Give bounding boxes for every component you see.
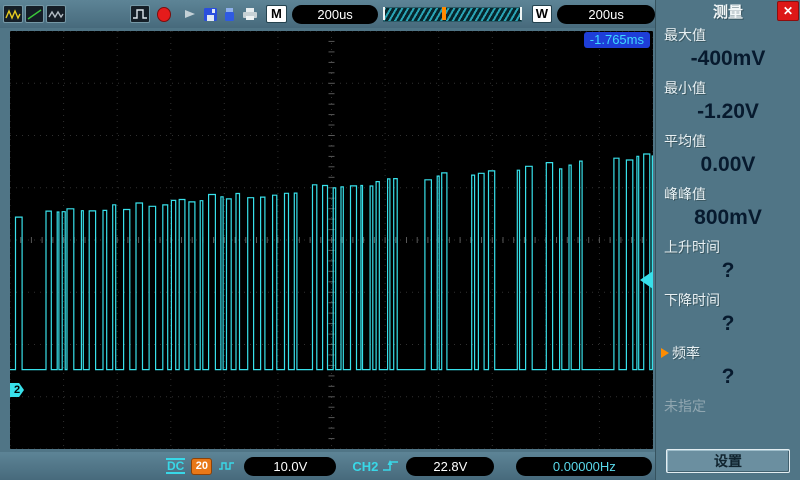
usb-icon[interactable]: [222, 6, 239, 22]
top-toolbar: M 200us W 200us: [0, 0, 656, 28]
rising-edge-icon: [382, 459, 400, 473]
frequency-counter: 0.00000Hz: [516, 456, 653, 476]
measure-value: ?: [721, 365, 735, 388]
window-badge: W: [531, 5, 553, 23]
scope-display: -1.765ms 2: [9, 30, 654, 450]
math-waveform-icon[interactable]: [46, 5, 67, 23]
settings-button[interactable]: 设置: [666, 449, 790, 473]
measure-item-pkpk[interactable]: 峰峰值 800mV: [656, 182, 800, 235]
measure-item-freq[interactable]: 频率 ?: [656, 341, 800, 394]
print-icon[interactable]: [241, 6, 258, 22]
trigger-level-marker[interactable]: [640, 271, 653, 289]
oscilloscope-app: M 200us W 200us -1.765ms 2 DC 20 10.0V C…: [0, 0, 800, 480]
measure-value: 0.00V: [700, 153, 756, 176]
close-icon[interactable]: ✕: [777, 1, 799, 21]
waveform-plot: [9, 30, 654, 450]
selected-arrow-icon: [661, 347, 669, 358]
measure-item-fall[interactable]: 下降时间 ?: [656, 288, 800, 341]
measure-value: ?: [721, 259, 735, 282]
arrow-icon[interactable]: [182, 6, 199, 22]
trigger-source-label: CH2: [352, 458, 379, 474]
measure-item-unassigned[interactable]: 未指定: [656, 394, 800, 447]
measure-panel: 测量 ✕ 最大值 -400mV 最小值 -1.20V 平均值 0.00V 峰峰值…: [655, 0, 800, 480]
record-icon[interactable]: [156, 6, 171, 22]
status-bar: DC 20 10.0V CH2 22.8V 0.00000Hz: [0, 452, 655, 480]
measure-value: 800mV: [694, 206, 762, 229]
window-position-marker[interactable]: [441, 6, 446, 20]
measure-item-min[interactable]: 最小值 -1.20V: [656, 76, 800, 129]
timebase-value: 200us: [291, 4, 379, 24]
square-wave-icon: [218, 460, 236, 472]
ch1-waveform-icon[interactable]: [3, 5, 23, 23]
measure-item-rise[interactable]: 上升时间 ?: [656, 235, 800, 288]
measure-value: -400mV: [690, 47, 766, 70]
pulse-mode-icon[interactable]: [129, 5, 150, 23]
volts-per-div: 10.0V: [244, 456, 337, 476]
trigger-level-value: 22.8V: [406, 456, 495, 476]
measure-value: ?: [721, 312, 735, 335]
time-offset-badge: -1.765ms: [583, 32, 650, 48]
measure-item-max[interactable]: 最大值 -400mV: [656, 23, 800, 76]
timebase-badge: M: [266, 5, 287, 23]
bandwidth-limit-badge: 20: [191, 457, 213, 475]
dc-coupling-icon: DC: [166, 458, 186, 474]
window-timebase-value: 200us: [557, 4, 656, 24]
measure-value: -1.20V: [697, 100, 759, 123]
measure-item-mean[interactable]: 平均值 0.00V: [656, 129, 800, 182]
panel-title: 测量: [712, 4, 743, 21]
save-icon[interactable]: [202, 6, 219, 22]
panel-title-row: 测量 ✕: [656, 0, 800, 23]
window-position-bar[interactable]: [383, 6, 522, 22]
ch2-waveform-icon[interactable]: [24, 5, 45, 23]
